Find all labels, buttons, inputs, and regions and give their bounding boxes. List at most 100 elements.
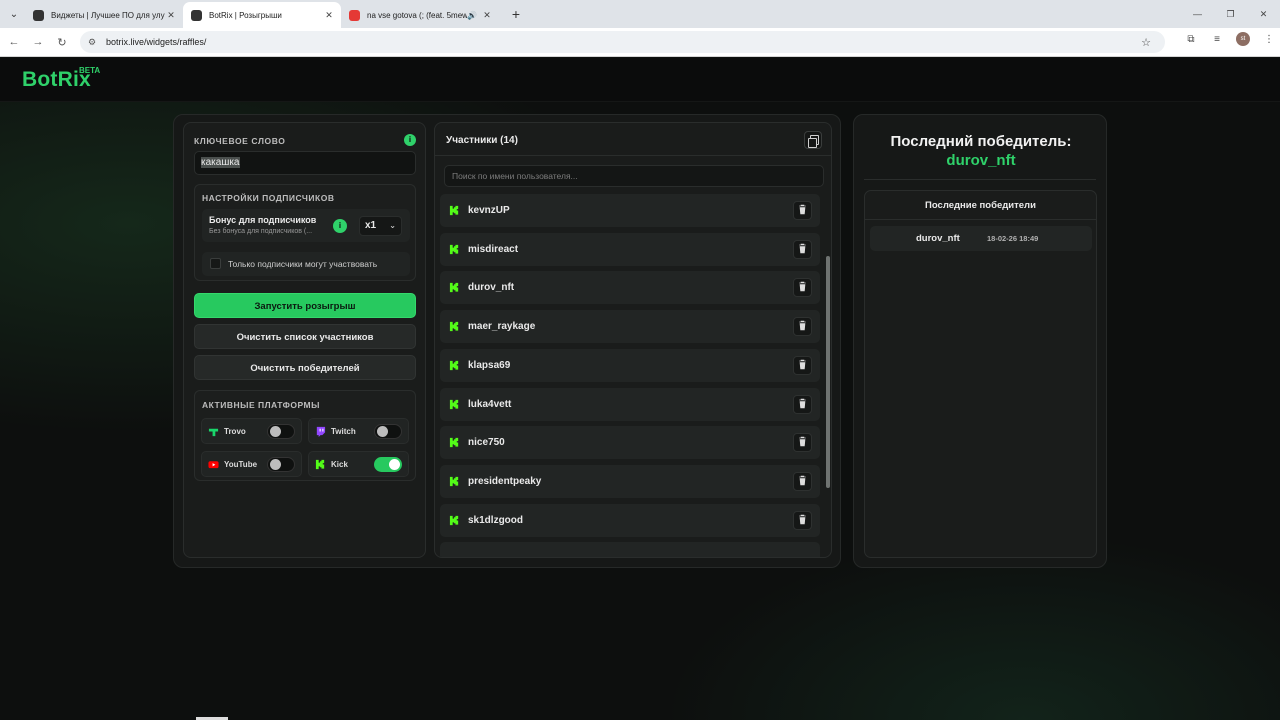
tab-search-chevron-icon[interactable]: ⌄	[3, 3, 25, 25]
address-bar-row: ← → ↻ ⚙ botrix.live/widgets/raffles/ ☆ ⧉…	[0, 28, 1280, 57]
twitch-toggle[interactable]	[374, 424, 402, 439]
browser-tab[interactable]: Виджеты | Лучшее ПО для улу ✕	[25, 2, 183, 28]
participant-name: luka4vett	[468, 398, 512, 410]
participants-header: Участники (14)	[435, 123, 831, 156]
kick-icon	[449, 322, 459, 332]
active-platforms-title: АКТИВНЫЕ ПЛАТФОРМЫ	[202, 400, 320, 410]
participant-name: nice750	[468, 437, 505, 449]
last-winner-name: durov_nft	[946, 152, 1016, 169]
delete-participant-button[interactable]	[793, 239, 812, 259]
delete-participant-button[interactable]	[793, 471, 812, 491]
browser-tab[interactable]: na vse gotova (; (feat. 5mewm 🔊 ✕	[341, 2, 499, 28]
participant-row: misdireact	[440, 232, 820, 266]
participant-row: luka4vett	[440, 387, 820, 421]
profile-avatar[interactable]: st	[1236, 32, 1250, 46]
only-subscribers-checkbox[interactable]	[210, 258, 221, 269]
last-winner-title: Последний победитель:	[890, 133, 1072, 150]
tab-title: Виджеты | Лучшее ПО для улу	[51, 10, 165, 20]
recent-winners-card: Последние победители durov_nft 18-02-26 …	[864, 190, 1097, 558]
top-navigation: BotRix BETA	[0, 58, 1280, 102]
close-tab-icon[interactable]: ✕	[481, 10, 493, 21]
speaker-icon[interactable]: 🔊	[467, 11, 477, 20]
trash-icon	[799, 320, 806, 331]
participants-column: Участники (14) Поиск по имени пользовате…	[434, 122, 832, 558]
trovo-toggle[interactable]	[267, 424, 295, 439]
forward-arrow-icon[interactable]: →	[26, 36, 50, 48]
kick-icon	[449, 283, 459, 293]
delete-participant-button[interactable]	[793, 510, 812, 530]
delete-participant-button[interactable]	[793, 317, 812, 337]
site-info-icon[interactable]: ⚙	[88, 37, 100, 48]
new-tab-plus-icon[interactable]: +	[505, 6, 527, 22]
bonus-title: Бонус для подписчиков	[209, 215, 317, 225]
close-window-icon[interactable]: ✕	[1247, 0, 1280, 28]
subscriber-settings: НАСТРОЙКИ ПОДПИСЧИКОВ Бонус для подписчи…	[194, 184, 416, 281]
recent-winners-title: Последние победители	[865, 191, 1096, 220]
participant-row: kevnzUP	[440, 194, 820, 227]
participant-search-input[interactable]: Поиск по имени пользователя...	[444, 165, 824, 187]
delete-participant-button[interactable]	[793, 278, 812, 298]
platform-twitch: Twitch	[308, 418, 409, 444]
minimize-icon[interactable]: —	[1181, 0, 1214, 28]
close-tab-icon[interactable]: ✕	[165, 10, 177, 21]
keyword-label: КЛЮЧЕВОЕ СЛОВО	[194, 136, 286, 146]
kick-toggle[interactable]	[374, 457, 402, 472]
copy-icon[interactable]	[804, 131, 822, 149]
kick-icon	[315, 459, 325, 470]
keyword-input[interactable]: какашка	[194, 151, 416, 175]
trash-icon	[799, 398, 806, 408]
participant-name: sk1dlzgood	[468, 514, 524, 526]
restore-icon[interactable]: ❐	[1214, 0, 1247, 28]
platform-kick: Kick	[308, 451, 409, 477]
media-control-icon[interactable]: ≡	[1210, 34, 1224, 45]
url-field[interactable]: ⚙ botrix.live/widgets/raffles/ ☆	[80, 31, 1165, 53]
participant-row: maer_raykage	[440, 310, 820, 344]
platform-trovo: Trovo	[201, 418, 302, 444]
kick-icon	[449, 244, 459, 254]
trash-icon	[799, 436, 806, 447]
bookmark-star-icon[interactable]: ☆	[1141, 36, 1151, 49]
bonus-info-icon[interactable]: i	[333, 219, 347, 233]
delete-participant-button[interactable]	[793, 394, 812, 414]
delete-participant-button[interactable]	[793, 433, 812, 453]
delete-participant-button[interactable]	[793, 201, 812, 220]
winner-panel: Последний победитель: durov_nft Последни…	[853, 114, 1107, 568]
browser-tab-active[interactable]: BotRix | Розыгрыши ✕	[183, 2, 341, 28]
active-platforms: АКТИВНЫЕ ПЛАТФОРМЫ Trovo Twitch YouTube …	[194, 390, 416, 481]
kick-icon	[449, 515, 459, 525]
extensions-puzzle-icon[interactable]: ⧉	[1184, 34, 1198, 45]
participants-title: Участники (14)	[446, 135, 518, 146]
twitch-icon	[316, 426, 326, 437]
recent-winner-row: durov_nft 18-02-26 18:49	[870, 226, 1092, 251]
participant-name: kevnzUP	[468, 205, 510, 216]
widgets-favicon-icon	[33, 9, 44, 21]
trovo-icon	[208, 428, 219, 437]
reload-icon[interactable]: ↻	[50, 36, 74, 49]
recent-winner-name: durov_nft	[916, 233, 960, 244]
platform-name: Twitch	[331, 427, 356, 436]
keyword-value: какашка	[201, 157, 240, 168]
participant-name: presidentpeaky	[468, 475, 542, 487]
participants-list: kevnzUP misdireact durov_nft maer_raykage kl…	[440, 194, 820, 557]
scrollbar[interactable]	[826, 256, 830, 488]
multiplier-select[interactable]: x1 ⌄	[359, 216, 402, 236]
youtube-toggle[interactable]	[267, 457, 295, 472]
participant-row-partial	[440, 542, 820, 557]
info-icon[interactable]: i	[404, 134, 416, 146]
multiplier-value: x1	[365, 220, 377, 231]
only-subscribers-label: Только подписчики могут участвовать	[228, 259, 378, 269]
recent-winner-date: 18-02-26 18:49	[987, 234, 1039, 243]
page: BotRix BETA Последний победитель: durov_…	[0, 58, 1280, 720]
clear-participants-button[interactable]: Очистить список участников	[194, 324, 416, 349]
kebab-menu-icon[interactable]: ⋮	[1262, 34, 1276, 45]
participant-name: klapsa69	[468, 359, 511, 371]
youtube-icon	[208, 461, 219, 469]
participant-name: maer_raykage	[468, 321, 536, 333]
only-subscribers-option[interactable]: Только подписчики могут участвовать	[202, 252, 410, 276]
delete-participant-button[interactable]	[793, 355, 812, 375]
start-raffle-button[interactable]: Запустить розыгрыш	[194, 293, 416, 318]
clear-winners-button[interactable]: Очистить победителей	[194, 355, 416, 380]
back-arrow-icon[interactable]: ←	[2, 36, 26, 48]
botrix-favicon-icon	[191, 9, 202, 21]
close-tab-icon[interactable]: ✕	[323, 10, 335, 21]
